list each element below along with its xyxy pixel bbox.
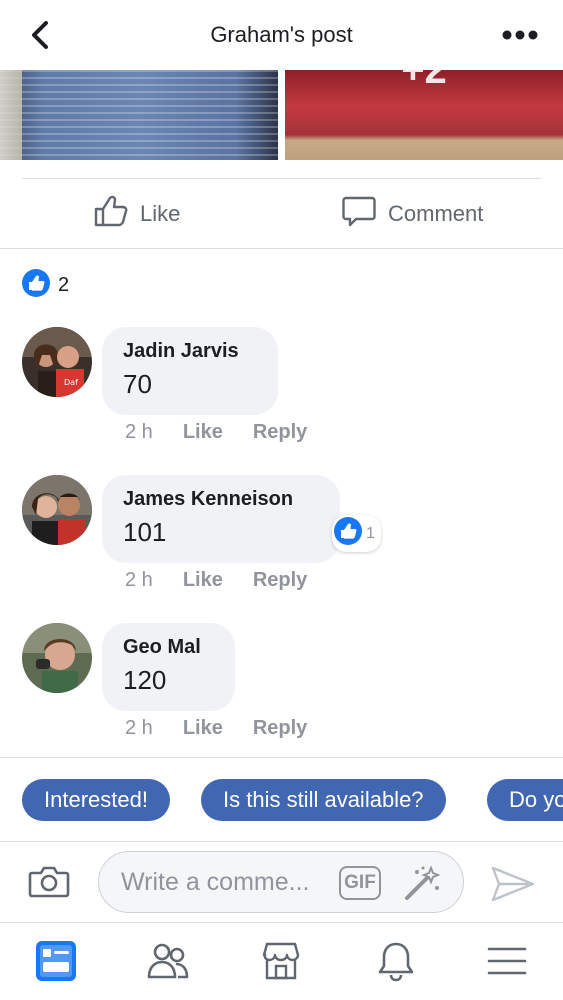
bottom-tab-bar bbox=[0, 923, 563, 1000]
comment-meta: 2 h Like Reply bbox=[125, 569, 337, 592]
like-button[interactable]: Like bbox=[94, 195, 181, 233]
comment-time: 2 h bbox=[125, 717, 153, 739]
comment-reply-link[interactable]: Reply bbox=[253, 421, 307, 444]
comment-like-link[interactable]: Like bbox=[183, 569, 223, 592]
comment-time: 2 h bbox=[125, 421, 153, 443]
like-reaction-icon bbox=[334, 517, 362, 550]
comment-author[interactable]: Jadin Jarvis bbox=[123, 340, 257, 363]
reactions-summary[interactable]: 2 bbox=[22, 268, 70, 302]
top-nav-bar: Graham's post bbox=[0, 0, 563, 70]
notifications-icon[interactable] bbox=[374, 939, 418, 983]
comment-meta: 2 h Like Reply bbox=[125, 717, 337, 740]
post-photo-1[interactable] bbox=[0, 70, 278, 160]
like-thumb-icon bbox=[94, 195, 140, 233]
comment-bubble[interactable]: Jadin Jarvis 70 bbox=[102, 327, 278, 415]
comment-text: 101 bbox=[123, 517, 167, 547]
page-title: Graham's post bbox=[210, 22, 353, 47]
comment-reaction-badge[interactable]: 1 bbox=[332, 515, 381, 552]
friends-icon[interactable] bbox=[146, 939, 190, 983]
camera-icon[interactable] bbox=[28, 864, 70, 905]
send-icon[interactable] bbox=[490, 864, 536, 909]
like-label: Like bbox=[140, 201, 181, 226]
svg-text:Daf: Daf bbox=[64, 378, 78, 387]
comment-text: 70 bbox=[123, 369, 152, 399]
comment-like-link[interactable]: Like bbox=[183, 421, 223, 444]
comment-input[interactable]: Write a comme... GIF bbox=[98, 851, 464, 913]
comment-reply-link[interactable]: Reply bbox=[253, 569, 307, 592]
quick-reply-chip[interactable]: Interested! bbox=[22, 779, 170, 821]
avatar[interactable]: Daf bbox=[22, 327, 92, 397]
divider bbox=[0, 248, 563, 249]
news-feed-icon[interactable] bbox=[34, 939, 78, 983]
comment-author[interactable]: James Kenneison bbox=[123, 488, 319, 511]
comment-time: 2 h bbox=[125, 569, 153, 591]
quick-reply-chip[interactable]: Do you deliver? bbox=[487, 779, 563, 821]
comment-button[interactable]: Comment bbox=[342, 196, 483, 232]
comment-icon bbox=[342, 195, 388, 233]
marketplace-icon[interactable] bbox=[259, 939, 303, 983]
comment-author[interactable]: Geo Mal bbox=[123, 636, 214, 659]
magic-wand-icon[interactable] bbox=[403, 864, 443, 907]
post-photos: +2 bbox=[0, 70, 563, 160]
comment-bubble[interactable]: James Kenneison 101 bbox=[102, 475, 340, 563]
avatar[interactable] bbox=[22, 623, 92, 693]
post-actions: Like Comment bbox=[0, 186, 563, 242]
divider bbox=[22, 178, 541, 179]
more-photos-count: +2 bbox=[401, 70, 447, 92]
comment-like-link[interactable]: Like bbox=[183, 717, 223, 740]
quick-replies: Interested! Is this still available? Do … bbox=[22, 779, 563, 821]
avatar[interactable] bbox=[22, 475, 92, 545]
comment-label: Comment bbox=[388, 201, 484, 226]
divider bbox=[0, 757, 563, 758]
comment-bubble[interactable]: Geo Mal 120 bbox=[102, 623, 235, 711]
comment-input-placeholder: Write a comme... bbox=[121, 868, 310, 896]
quick-reply-chip[interactable]: Is this still available? bbox=[201, 779, 446, 821]
comment-reaction-count: 1 bbox=[366, 524, 375, 542]
gif-icon[interactable]: GIF bbox=[339, 866, 381, 900]
comment-composer: Write a comme... GIF bbox=[0, 842, 563, 922]
comment-text: 120 bbox=[123, 665, 167, 695]
comment-reply-link[interactable]: Reply bbox=[253, 717, 307, 740]
reactions-count: 2 bbox=[58, 273, 70, 296]
more-icon[interactable] bbox=[501, 24, 539, 46]
post-photo-2[interactable]: +2 bbox=[285, 70, 563, 160]
like-reaction-icon bbox=[22, 268, 50, 302]
menu-icon[interactable] bbox=[485, 939, 529, 983]
comment-meta: 2 h Like Reply bbox=[125, 421, 337, 444]
